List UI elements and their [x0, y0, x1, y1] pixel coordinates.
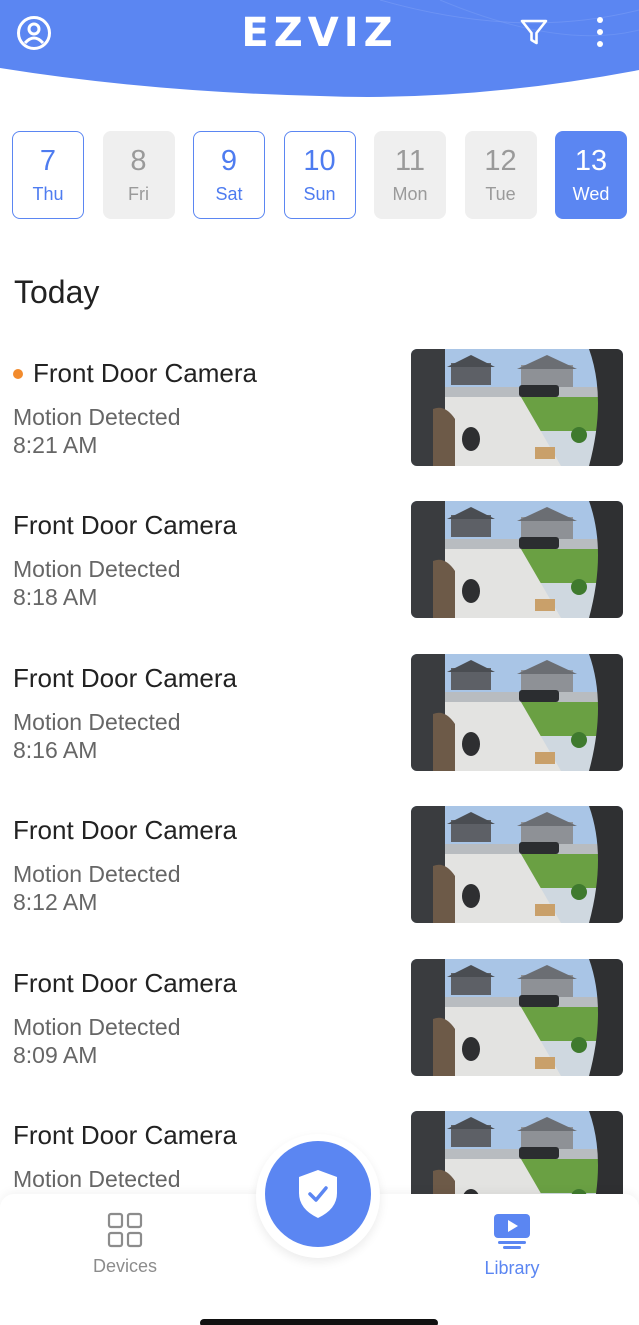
event-camera-name: Front Door Camera [13, 510, 237, 541]
filter-icon [520, 19, 548, 45]
section-title: Today [14, 274, 100, 310]
date-number: 11 [394, 145, 426, 177]
camera-snapshot-thumbnail [411, 806, 623, 924]
date-weekday: Sun [303, 184, 336, 204]
event-list[interactable]: Front Door Camera Motion Detected 8:21 AM F… [0, 348, 639, 1194]
event-type: Motion Detected [13, 404, 181, 430]
event-thumbnail[interactable] [411, 806, 623, 924]
shield-check-icon [299, 1170, 337, 1218]
camera-snapshot-thumbnail [411, 653, 623, 771]
date-chip[interactable]: 12 Tue [464, 131, 537, 219]
event-thumbnail[interactable] [411, 1110, 623, 1194]
event-camera-name: Front Door Camera [13, 663, 237, 694]
date-chip[interactable]: 10 Sun [283, 131, 356, 219]
event-row[interactable]: Front Door Camera Motion Detected 8:21 AM [0, 348, 639, 500]
event-camera-name: Front Door Camera [13, 1120, 237, 1151]
event-time: 8:21 AM [13, 432, 98, 458]
event-camera-label: Front Door Camera [13, 1119, 237, 1150]
date-chip[interactable]: 7 Thu [12, 131, 84, 219]
event-row[interactable]: Front Door Camera Motion Detected 8:09 AM [0, 958, 639, 1110]
date-number: 13 [574, 145, 608, 177]
camera-snapshot-thumbnail [411, 1110, 623, 1194]
event-thumbnail[interactable] [411, 501, 623, 619]
event-row[interactable]: Front Door Camera Motion Detected 8:18 AM [0, 500, 639, 652]
tab-library[interactable]: Library [452, 1212, 572, 1279]
security-center-button[interactable] [265, 1141, 371, 1247]
event-row[interactable]: Front Door Camera Motion Detected 8:12 AM [0, 805, 639, 957]
more-button[interactable] [582, 12, 618, 52]
date-number: 9 [220, 145, 238, 177]
date-chip[interactable]: 9 Sat [193, 131, 265, 219]
date-weekday: Sat [215, 184, 243, 204]
event-camera-name: Front Door Camera [13, 968, 237, 999]
tab-devices[interactable]: Devices [65, 1212, 185, 1277]
date-number: 7 [39, 145, 57, 177]
home-indicator [200, 1319, 438, 1325]
play-library-icon [494, 1214, 530, 1249]
event-camera-label: Front Door Camera [13, 815, 237, 846]
date-chip[interactable]: 11 Mon [374, 131, 446, 219]
date-weekday: Mon [392, 184, 428, 204]
date-chip[interactable]: 13 Wed [555, 131, 627, 219]
camera-snapshot-thumbnail [411, 958, 623, 1076]
event-camera-label: Front Door Camera [13, 510, 237, 541]
filter-button[interactable] [514, 12, 554, 52]
event-camera-name: Front Door Camera [13, 815, 237, 846]
unread-dot-icon [13, 368, 23, 379]
event-type: Motion Detected [13, 556, 181, 583]
event-type: Motion Detected [13, 1013, 181, 1040]
event-camera-label: Front Door Camera [13, 967, 237, 998]
camera-snapshot-thumbnail [411, 501, 623, 619]
tab-devices-label: Devices [92, 1256, 158, 1276]
camera-snapshot-thumbnail [411, 349, 623, 466]
date-chip[interactable]: 8 Fri [102, 131, 175, 219]
event-thumbnail[interactable] [411, 653, 623, 771]
event-type: Motion Detected [13, 861, 181, 888]
event-time: 8:12 AM [13, 889, 98, 916]
event-type: Motion Detected [13, 1165, 181, 1192]
grid-icon [107, 1212, 143, 1248]
app-header: EZVIZ [0, 0, 639, 100]
date-number: 12 [484, 145, 517, 177]
event-thumbnail[interactable] [411, 349, 623, 466]
event-time: 8:09 AM [13, 1041, 98, 1068]
event-type: Motion Detected [13, 708, 181, 735]
event-camera-name: Front Door Camera [13, 358, 257, 389]
date-weekday: Thu [32, 184, 64, 204]
event-time: 8:18 AM [13, 584, 98, 611]
date-number: 10 [303, 145, 336, 177]
event-time: 8:16 AM [13, 736, 98, 763]
more-vertical-icon [597, 17, 603, 47]
event-row[interactable]: Front Door Camera Motion Detected 8:16 AM [0, 653, 639, 805]
date-number: 8 [130, 145, 147, 177]
event-camera-label: Front Door Camera [33, 358, 257, 388]
tab-library-label: Library [484, 1258, 540, 1278]
date-weekday: Tue [485, 184, 516, 204]
date-picker-strip: 7 Thu 8 Fri 9 Sat 10 Sun 11 Mon 12 Tue 13 Wed [12, 131, 627, 219]
event-thumbnail[interactable] [411, 958, 623, 1076]
date-weekday: Wed [572, 184, 610, 204]
date-weekday: Fri [128, 184, 149, 204]
event-camera-label: Front Door Camera [13, 662, 237, 693]
